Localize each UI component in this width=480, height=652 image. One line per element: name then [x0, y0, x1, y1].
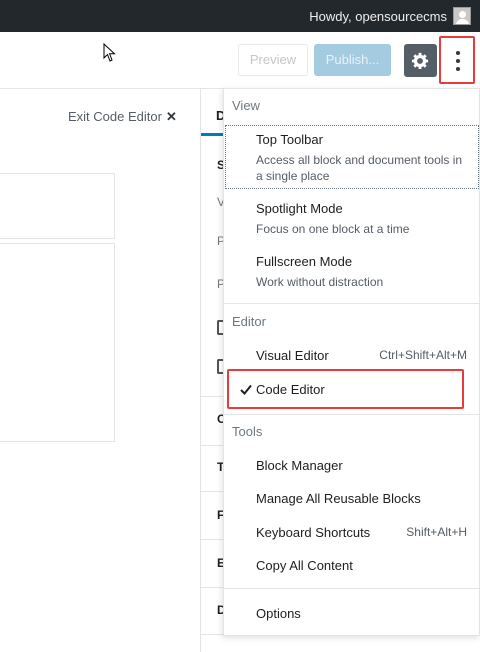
visual-editor-shortcut: Ctrl+Shift+Alt+M: [379, 348, 467, 362]
tab-document[interactable]: D: [201, 89, 225, 136]
checkmark-icon: [240, 384, 252, 395]
publish-button[interactable]: Publish...: [314, 44, 391, 76]
keyboard-shortcuts-label: Keyboard Shortcuts: [256, 525, 371, 540]
avatar[interactable]: [453, 7, 471, 25]
copy-all-content-label: Copy All Content: [256, 558, 353, 573]
options-label: Options: [256, 606, 301, 621]
code-editor-label: Code Editor: [256, 382, 325, 397]
post-content-textarea[interactable]: [0, 243, 115, 442]
exit-code-editor-button[interactable]: Exit Code Editor ✕: [68, 109, 177, 125]
spotlight-mode-label: Spotlight Mode: [256, 201, 343, 216]
block-manager-label: Block Manager: [256, 458, 343, 473]
top-toolbar-label: Top Toolbar: [256, 132, 323, 147]
reusable-blocks-label: Manage All Reusable Blocks: [256, 491, 421, 506]
divider: [201, 587, 225, 588]
settings-button[interactable]: [404, 44, 437, 77]
code-editor-area: Exit Code Editor ✕: [0, 89, 200, 652]
divider: [224, 414, 479, 415]
exit-code-editor-label: Exit Code Editor: [68, 109, 162, 124]
more-dot: [456, 67, 460, 71]
preview-button[interactable]: Preview: [238, 44, 308, 76]
fullscreen-mode-label: Fullscreen Mode: [256, 254, 353, 269]
spotlight-mode-description: Focus on one block at a time: [256, 222, 410, 236]
gear-icon: [411, 52, 429, 70]
divider: [224, 303, 479, 304]
divider: [201, 445, 225, 446]
more-vertical-icon: [456, 51, 460, 55]
divider: [201, 396, 225, 397]
post-title-textarea[interactable]: [0, 173, 115, 239]
close-icon: ✕: [165, 109, 177, 124]
divider: [201, 491, 225, 492]
editor-header: Preview Publish...: [0, 32, 480, 89]
more-dot: [456, 59, 460, 63]
tools-section-title: Tools: [232, 424, 263, 439]
divider: [201, 539, 225, 540]
visual-editor-label: Visual Editor: [256, 348, 329, 363]
admin-bar: Howdy, opensourcecms: [0, 0, 480, 32]
keyboard-shortcuts-keys: Shift+Alt+H: [406, 525, 467, 539]
divider: [224, 588, 479, 589]
mouse-cursor-icon: [103, 43, 116, 62]
divider: [201, 634, 225, 635]
howdy-greeting[interactable]: Howdy, opensourcecms: [309, 9, 447, 24]
top-toolbar-description: Access all block and document tools in a…: [256, 153, 463, 183]
view-section-title: View: [232, 98, 260, 113]
editor-section-title: Editor: [232, 314, 266, 329]
fullscreen-mode-description: Work without distraction: [256, 275, 384, 289]
more-menu-button[interactable]: [439, 36, 475, 84]
more-menu-dropdown: View Top Toolbar Access all block and do…: [223, 88, 480, 636]
